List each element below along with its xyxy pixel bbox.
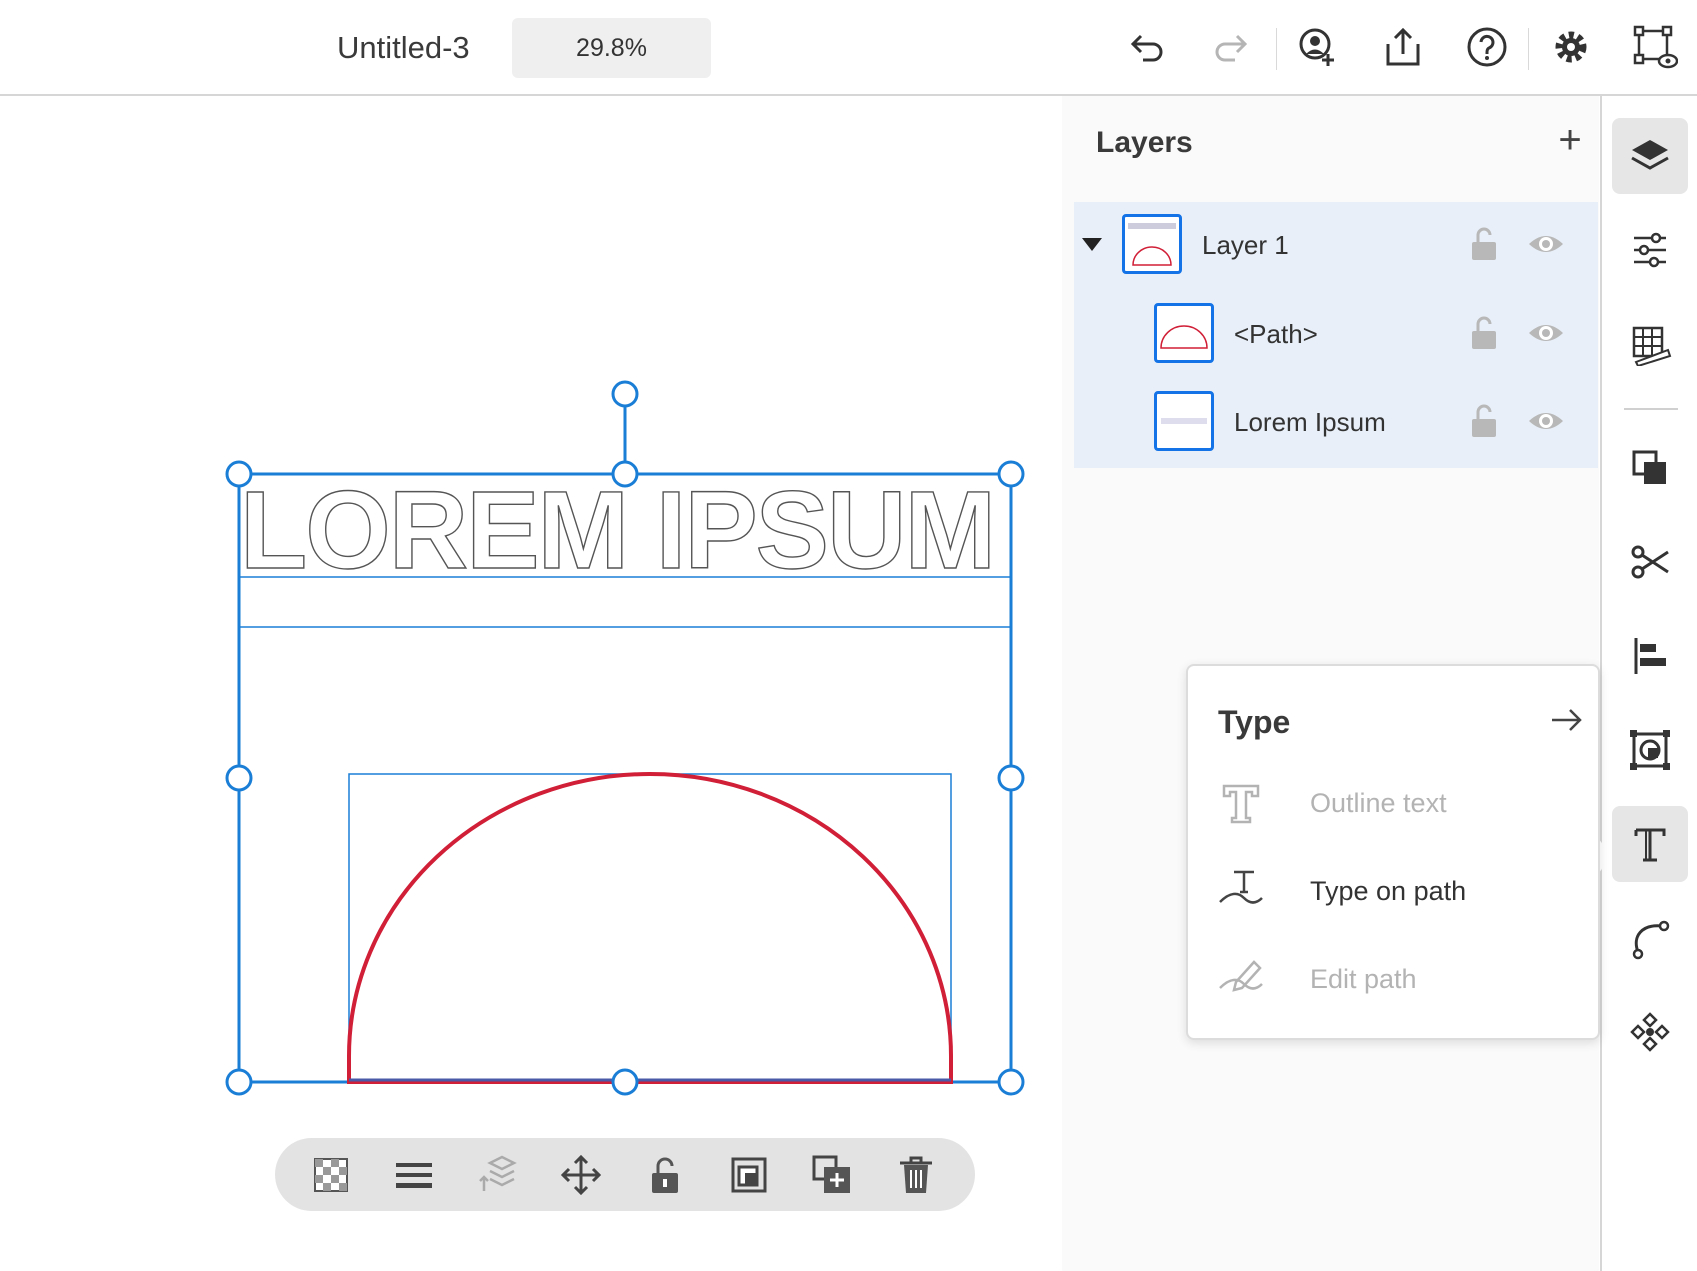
eye-icon[interactable] xyxy=(1526,313,1566,353)
grid-icon[interactable] xyxy=(1612,306,1688,382)
duplicate-icon[interactable] xyxy=(807,1150,857,1200)
type-menu-popover: Type Outline text Type on path Edit path xyxy=(1186,664,1600,1040)
arrange-icon[interactable] xyxy=(473,1150,523,1200)
layers-panel-title: Layers xyxy=(1096,126,1193,159)
artboard-outline-text[interactable]: LOREM IPSUM xyxy=(239,475,1010,586)
unlock-icon[interactable] xyxy=(1464,313,1504,353)
top-bar: Untitled-3 29.8% xyxy=(0,0,1697,96)
transparency-icon[interactable] xyxy=(306,1150,356,1200)
resize-handle-bottom[interactable] xyxy=(611,1068,639,1096)
type-menu-title: Type xyxy=(1218,704,1291,740)
layer-list: Layer 1 <Path> Lorem Ipsum xyxy=(1074,202,1598,468)
canvas[interactable] xyxy=(0,96,1060,1271)
cut-icon[interactable] xyxy=(1612,524,1688,600)
eye-icon[interactable] xyxy=(1526,224,1566,264)
semicircle-path[interactable] xyxy=(347,772,953,1084)
mask-icon[interactable] xyxy=(1612,712,1688,788)
unlock-icon[interactable] xyxy=(640,1150,690,1200)
edit-path-menu-item[interactable]: Edit path xyxy=(1206,944,1586,1014)
artwork-layer xyxy=(225,380,1025,1096)
preview-icon[interactable] xyxy=(1630,22,1680,72)
resize-handle-right[interactable] xyxy=(997,764,1025,792)
pen-icon[interactable] xyxy=(1612,900,1688,976)
type-on-path-label: Type on path xyxy=(1310,876,1467,906)
popover-arrow xyxy=(1598,838,1612,874)
rail-divider xyxy=(1624,408,1678,410)
type-icon[interactable] xyxy=(1612,806,1688,882)
move-icon[interactable] xyxy=(556,1150,606,1200)
right-tool-rail xyxy=(1600,96,1697,1271)
help-icon[interactable] xyxy=(1462,22,1512,72)
zoom-level[interactable]: 29.8% xyxy=(512,18,711,78)
arrow-right-icon[interactable] xyxy=(1548,702,1584,738)
layer-name[interactable]: <Path> xyxy=(1234,319,1318,350)
delete-icon[interactable] xyxy=(891,1150,941,1200)
share-icon[interactable] xyxy=(1378,22,1428,72)
document-title[interactable]: Untitled-3 xyxy=(337,30,470,66)
bottom-toolbar xyxy=(275,1138,975,1211)
type-on-path-menu-item[interactable]: Type on path xyxy=(1206,856,1586,926)
align-icon[interactable] xyxy=(1612,618,1688,694)
toolbar-divider xyxy=(1528,28,1529,70)
layer-row-layer-1[interactable]: Layer 1 xyxy=(1074,202,1598,290)
outline-text-menu-item[interactable]: Outline text xyxy=(1206,768,1586,838)
disclosure-triangle-icon[interactable] xyxy=(1082,238,1102,251)
edit-path-icon xyxy=(1219,960,1263,992)
add-layer-button[interactable]: + xyxy=(1550,120,1590,160)
unlock-icon[interactable] xyxy=(1464,224,1504,264)
rotation-handle[interactable] xyxy=(611,380,639,408)
properties-icon[interactable] xyxy=(1612,212,1688,288)
layer-thumbnail xyxy=(1154,303,1214,363)
layer-row-path[interactable]: <Path> xyxy=(1074,291,1598,379)
outline-text-label: Outline text xyxy=(1310,788,1447,818)
path-bounds xyxy=(348,773,952,1083)
layers-icon[interactable] xyxy=(1612,118,1688,194)
unlock-icon[interactable] xyxy=(1464,401,1504,441)
toolbar-divider xyxy=(1276,28,1277,70)
resize-handle-bottom-right[interactable] xyxy=(997,1068,1025,1096)
repeat-icon[interactable] xyxy=(1612,994,1688,1070)
outline-text-icon xyxy=(1222,784,1260,824)
eye-icon[interactable] xyxy=(1526,401,1566,441)
combine-icon[interactable] xyxy=(1612,430,1688,506)
layer-name[interactable]: Lorem Ipsum xyxy=(1234,407,1386,438)
invite-icon[interactable] xyxy=(1292,22,1342,72)
layer-row-lorem-ipsum[interactable]: Lorem Ipsum xyxy=(1074,379,1598,467)
redo-icon[interactable] xyxy=(1207,22,1257,72)
layer-thumbnail xyxy=(1154,391,1214,451)
mask-icon[interactable] xyxy=(724,1150,774,1200)
layer-name[interactable]: Layer 1 xyxy=(1202,230,1289,261)
align-lines-icon[interactable] xyxy=(389,1150,439,1200)
type-on-path-icon xyxy=(1219,870,1263,904)
undo-icon[interactable] xyxy=(1121,22,1171,72)
edit-path-label: Edit path xyxy=(1310,964,1417,994)
resize-handle-left[interactable] xyxy=(225,764,253,792)
resize-handle-bottom-left[interactable] xyxy=(225,1068,253,1096)
settings-icon[interactable] xyxy=(1546,22,1596,72)
layer-thumbnail xyxy=(1122,214,1182,274)
